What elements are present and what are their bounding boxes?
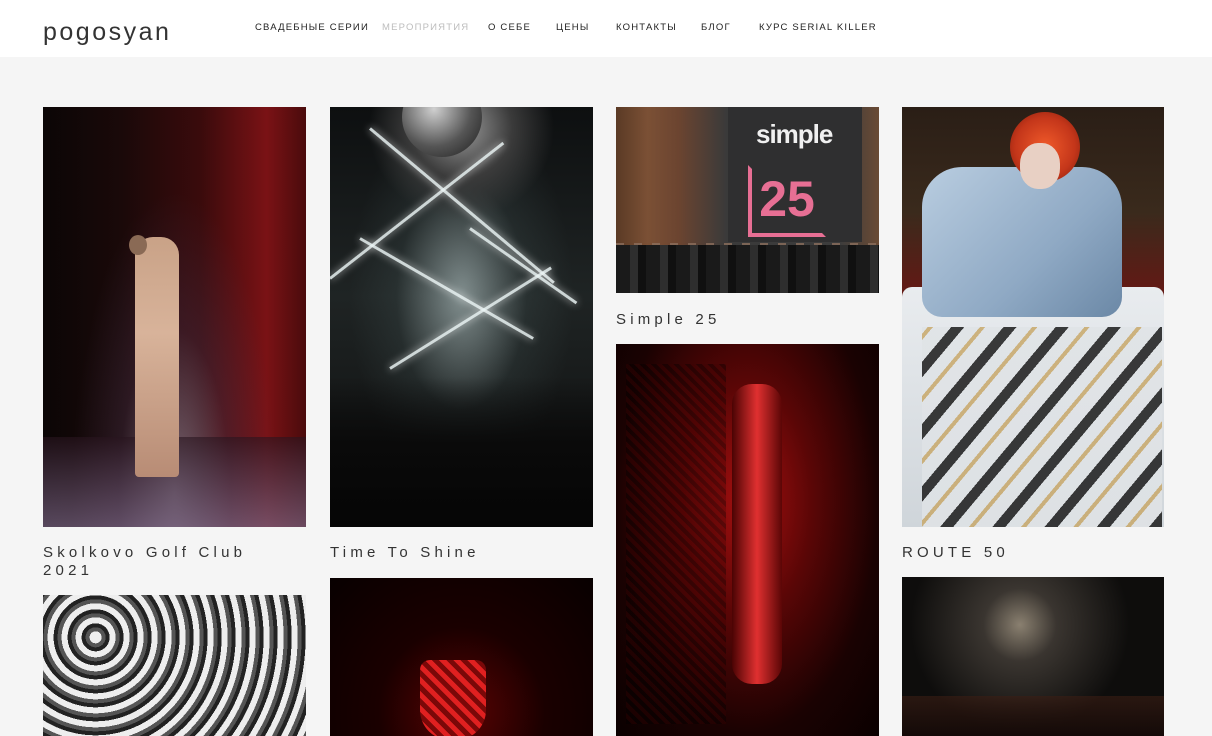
gallery-card-title[interactable]: Skolkovo Golf Club 2021 [43,544,306,580]
disco-ball [402,107,482,157]
photo-brand-text: simple [756,119,833,149]
gallery-photo[interactable] [43,595,306,736]
gallery-photo[interactable] [902,107,1164,527]
nav-item-prices[interactable]: Цены [556,22,589,34]
site-header: pogosyan Свадебные серии Мероприятия О с… [0,0,1212,57]
light-beam [389,266,552,370]
photo-detail [129,235,147,255]
photo-detail [902,696,1164,736]
photo-detail [732,384,782,684]
gallery-card-title[interactable]: ROUTE 50 [902,544,1164,562]
site-logo[interactable]: pogosyan [43,17,171,47]
photo-detail [626,364,726,724]
gallery-photo[interactable] [43,107,306,527]
gallery-photo[interactable] [330,107,593,527]
gallery-photo[interactable] [902,577,1164,736]
photo-detail [922,327,1162,527]
gallery-card-title[interactable]: Simple 25 [616,311,879,329]
nav-item-contacts[interactable]: Контакты [616,22,677,34]
gallery-photo[interactable] [616,344,879,736]
photo-detail [135,237,179,477]
nav-item-course[interactable]: Курс SERIAL KILLER [759,22,877,34]
gallery-photo[interactable]: simple 25 [616,107,879,293]
photo-detail [330,377,593,527]
gallery-photo[interactable] [330,578,593,736]
nav-item-about[interactable]: О себе [488,22,531,34]
nav-item-blog[interactable]: Блог [701,22,731,34]
photo-number-text: 25 [748,165,826,237]
photo-detail [922,167,1122,317]
gallery-card-title[interactable]: Time To Shine [330,544,593,562]
nav-item-events[interactable]: Мероприятия [382,22,469,34]
nav-item-wedding-series[interactable]: Свадебные серии [255,22,369,34]
photo-detail [420,660,486,736]
photo-detail [616,245,879,293]
light-beam [469,227,578,305]
light-beam [330,141,505,280]
photo-detail [1020,143,1060,189]
